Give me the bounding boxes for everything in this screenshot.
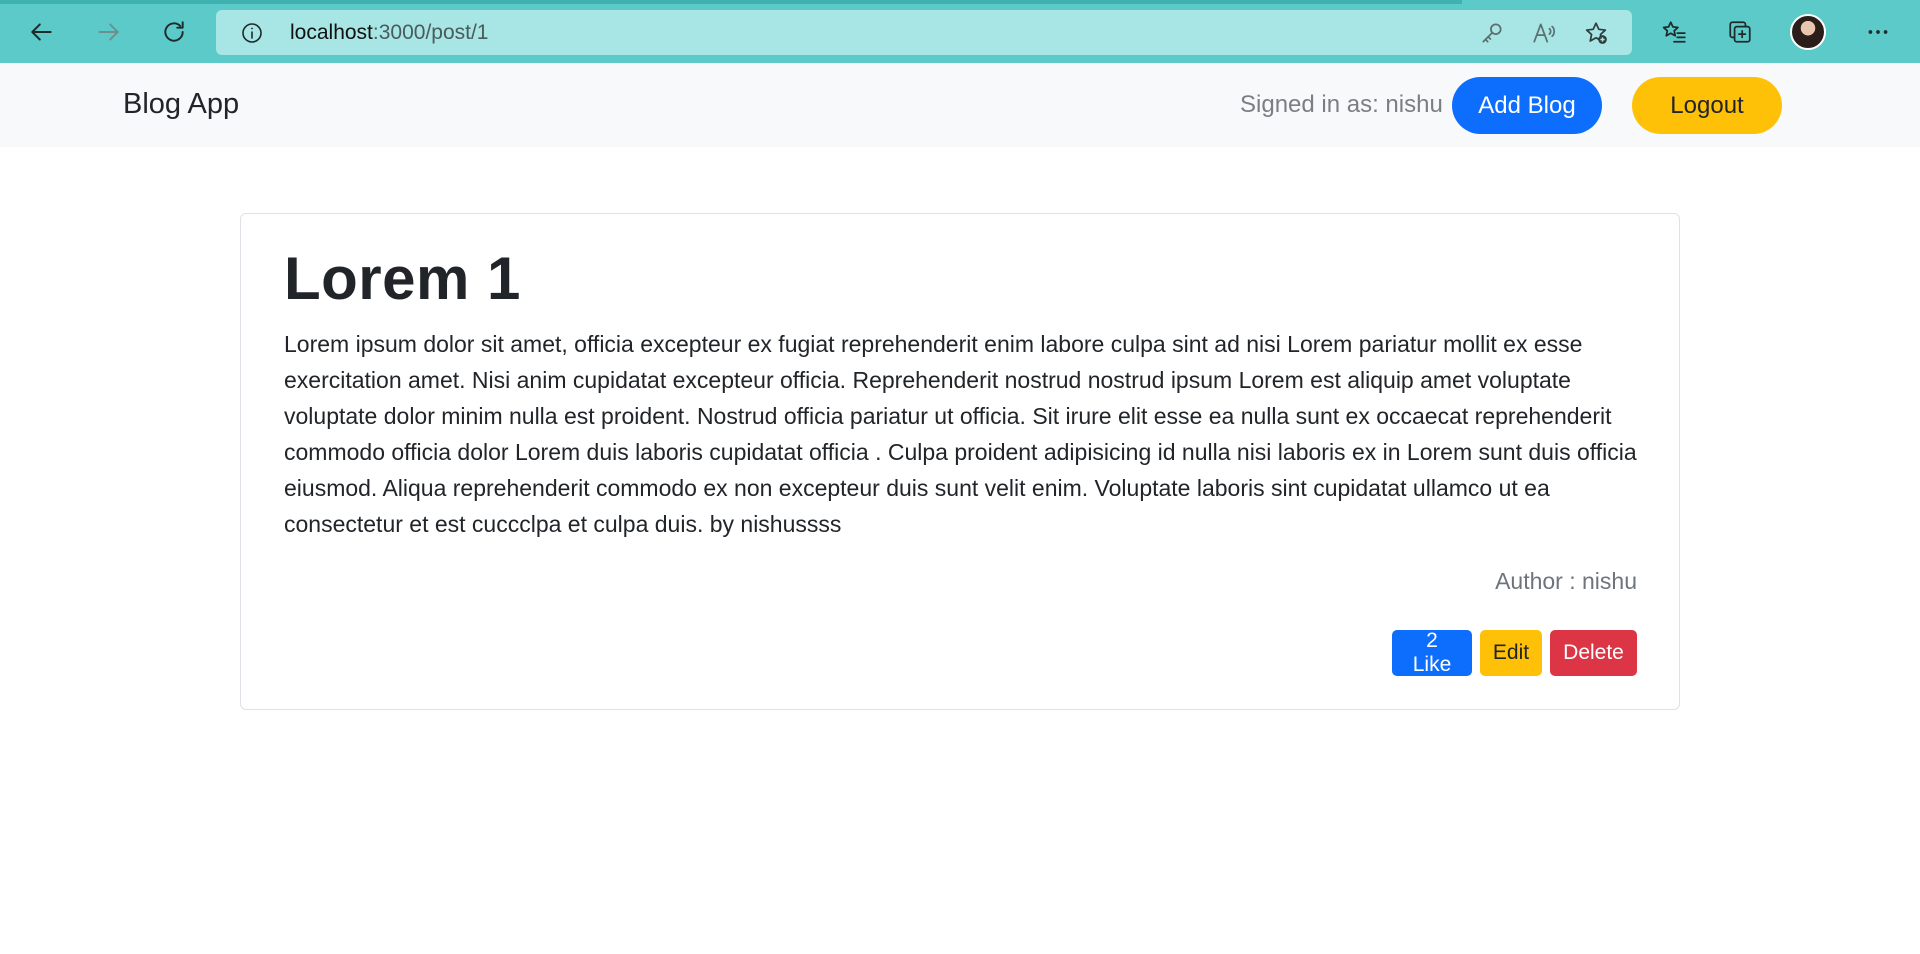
- collections-icon[interactable]: [1720, 12, 1760, 52]
- like-button[interactable]: 2 Like: [1392, 629, 1472, 676]
- profile-avatar[interactable]: [1790, 14, 1826, 50]
- post-card: Lorem 1 Lorem ipsum dolor sit amet, offi…: [240, 213, 1680, 710]
- delete-button[interactable]: Delete: [1550, 630, 1637, 676]
- logout-button[interactable]: Logout: [1632, 77, 1782, 134]
- url-path: :3000/post/1: [372, 21, 489, 44]
- tab-strip-edge: [0, 0, 1462, 4]
- post-body: Lorem ipsum dolor sit amet, officia exce…: [284, 331, 1637, 537]
- key-icon[interactable]: [1478, 19, 1506, 47]
- app-navbar: Blog App Signed in as: nishu Add Blog Lo…: [0, 63, 1920, 147]
- address-bar[interactable]: localhost:3000/post/1: [216, 10, 1632, 55]
- back-arrow-icon[interactable]: [22, 12, 62, 52]
- add-favorite-icon[interactable]: [1582, 19, 1610, 47]
- forward-arrow-icon[interactable]: [88, 12, 128, 52]
- favorites-icon[interactable]: [1654, 12, 1694, 52]
- read-aloud-icon[interactable]: [1530, 19, 1558, 47]
- url-host: localhost: [290, 21, 373, 44]
- add-blog-button[interactable]: Add Blog: [1452, 77, 1602, 134]
- post-title: Lorem 1: [284, 245, 521, 312]
- info-icon[interactable]: [240, 21, 264, 45]
- signed-in-text: Signed in as: nishu: [1240, 91, 1443, 118]
- more-icon[interactable]: [1858, 12, 1898, 52]
- post-author: Author : nishu: [1495, 568, 1637, 594]
- post-actions: 2 Like Edit Delete: [1392, 629, 1637, 676]
- edit-button[interactable]: Edit: [1480, 630, 1542, 676]
- brand-link[interactable]: Blog App: [123, 88, 239, 121]
- browser-toolbar: localhost:3000/post/1: [0, 0, 1920, 63]
- refresh-icon[interactable]: [154, 12, 194, 52]
- url-text[interactable]: localhost:3000/post/1: [290, 21, 488, 45]
